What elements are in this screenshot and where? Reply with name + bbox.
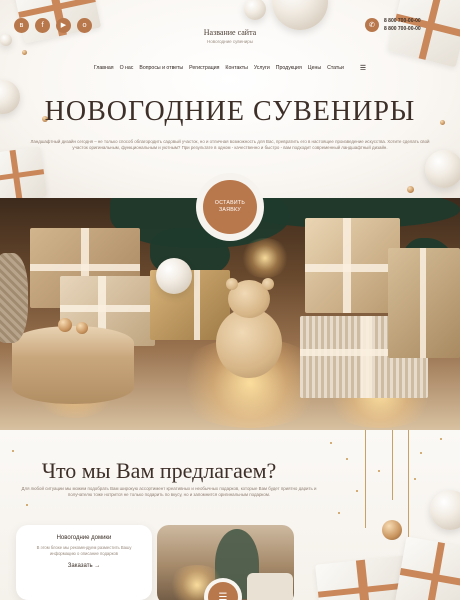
nav-item-faq[interactable]: Вопросы и ответы [139, 65, 183, 71]
hero-title: НОВОГОДНИЕ СУВЕНИРЫ [44, 96, 416, 127]
confetti-decoration [338, 512, 340, 514]
offer-title: Что мы Вам предлагаем? [41, 458, 277, 483]
string-decoration [392, 430, 393, 500]
gift-box-decoration [305, 218, 400, 313]
teddy-bear-decoration [216, 308, 282, 378]
hero-text: Ландшафтный дизайн сегодня – не только с… [30, 139, 430, 150]
confetti-decoration [346, 458, 348, 460]
teddy-bear-decoration [226, 278, 238, 290]
string-decoration [365, 430, 366, 528]
ornament-decoration [430, 490, 460, 530]
light-glow-decoration [240, 238, 290, 278]
phone-icon: ✆ [365, 18, 379, 32]
armchair-decoration [247, 573, 293, 600]
ornament-decoration [382, 520, 402, 540]
confetti-decoration [12, 450, 14, 452]
main-nav: Главная О нас Вопросы и ответы Регистрац… [0, 64, 460, 72]
phone-block: ✆ 8 800 700-00-00 8 800 700-00-00 [365, 18, 421, 32]
nav-item-products[interactable]: Продукция [276, 65, 302, 71]
confetti-decoration [356, 490, 358, 492]
string-decoration [408, 430, 409, 550]
ornament-decoration [76, 322, 88, 334]
confetti-decoration [26, 504, 28, 506]
menu-burger-icon[interactable]: ☰ [360, 64, 366, 72]
card-title: Новогодние домики [56, 535, 112, 541]
leave-request-button[interactable]: ОСТАВИТЬ ЗАЯВКУ [203, 180, 257, 234]
phone-list: 8 800 700-00-00 8 800 700-00-00 [384, 18, 421, 32]
ornament-decoration [425, 150, 460, 188]
gift-decoration [0, 146, 48, 198]
knit-decoration [0, 253, 28, 343]
round-box-decoration [12, 326, 134, 404]
ornament-decoration [22, 50, 27, 55]
phone-number[interactable]: 8 800 700-00-00 [384, 18, 421, 24]
nav-item-prices[interactable]: Цены [308, 65, 321, 71]
gift-decoration [394, 536, 460, 600]
offer-section: Что мы Вам предлагаем? Для любой ситуаци… [0, 430, 460, 600]
ornament-decoration [156, 258, 192, 294]
nav-item-articles[interactable]: Статьи [327, 65, 344, 71]
confetti-decoration [440, 438, 442, 440]
site-subtitle: Новогодние сувениры [207, 39, 253, 44]
confetti-decoration [420, 452, 422, 454]
page: в f ▶ о Название сайта Новогодние сувени… [0, 0, 460, 600]
offer-text: Для любой ситуации мы можем подобрать Ва… [21, 486, 317, 497]
nav-item-about[interactable]: О нас [120, 65, 134, 71]
confetti-decoration [414, 478, 416, 480]
header: в f ▶ о Название сайта Новогодние сувени… [0, 0, 460, 198]
ornament-decoration [407, 186, 414, 193]
nav-item-contacts[interactable]: Контакты [225, 65, 247, 71]
phone-number[interactable]: 8 800 700-00-00 [384, 26, 421, 32]
card-text: В этом блоке мы рекомендуем разместить В… [36, 545, 132, 556]
confetti-decoration [330, 442, 332, 444]
order-link[interactable]: Заказать → [16, 563, 152, 569]
nav-item-registration[interactable]: Регистрация [189, 65, 219, 71]
nav-item-home[interactable]: Главная [94, 65, 114, 71]
confetti-decoration [378, 470, 380, 472]
teddy-bear-decoration [262, 278, 274, 290]
ornament-decoration [272, 0, 328, 30]
gift-box-decoration [388, 248, 460, 358]
nav-item-services[interactable]: Услуги [254, 65, 270, 71]
ornament-decoration [58, 318, 72, 332]
ornament-decoration [244, 0, 266, 20]
offer-card: Новогодние домики В этом блоке мы рекоме… [16, 525, 152, 600]
